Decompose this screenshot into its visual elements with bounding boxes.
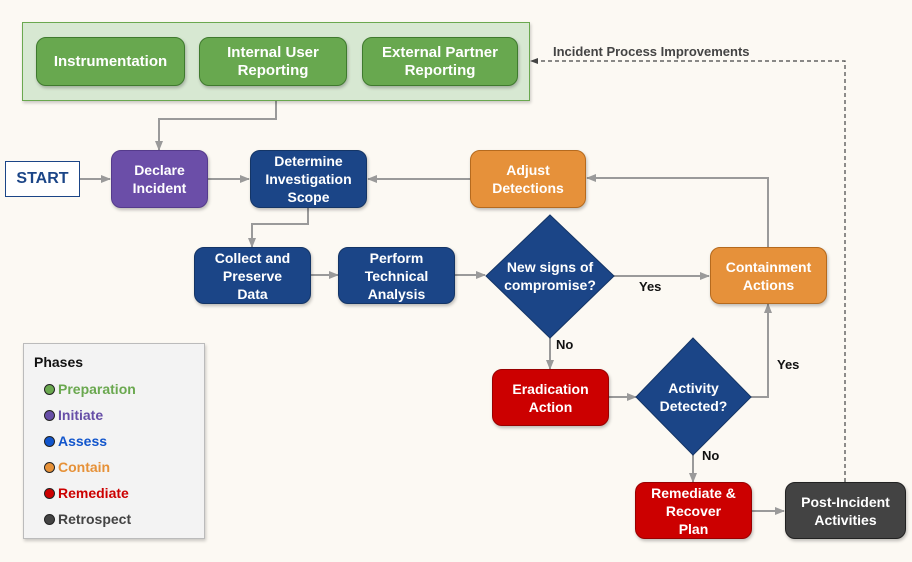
determine-scope-node[interactable]: Determine Investigation Scope xyxy=(250,150,367,208)
external-partner-reporting-node[interactable]: External Partner Reporting xyxy=(362,37,518,86)
legend-item-initiate: Initiate xyxy=(44,407,103,423)
legend-label: Assess xyxy=(58,433,108,449)
edge-prep-to-declare xyxy=(155,101,277,151)
edge-containment-to-adjust xyxy=(586,174,769,247)
edge-scope-to-collect xyxy=(248,207,309,248)
legend-label: Remediate xyxy=(58,485,129,501)
activity-no-label: No xyxy=(702,448,720,463)
containment-actions-node[interactable]: Containment Actions xyxy=(710,247,827,304)
legend-item-retrospect: Retrospect xyxy=(44,511,131,527)
technical-analysis-node[interactable]: Perform Technical Analysis xyxy=(338,247,455,304)
legend-item-assess: Assess xyxy=(44,433,107,449)
eradication-action-node[interactable]: Eradication Action xyxy=(492,369,609,426)
new-signs-no-label: No xyxy=(556,337,574,352)
assess-dot-icon xyxy=(44,435,55,447)
new-signs-decision-label[interactable]: New signs of compromise? xyxy=(486,246,614,306)
internal-user-reporting-node[interactable]: Internal User Reporting xyxy=(199,37,347,86)
legend-label: Retrospect xyxy=(58,511,132,527)
post-incident-node[interactable]: Post-Incident Activities xyxy=(785,482,906,539)
adjust-detections-node[interactable]: Adjust Detections xyxy=(470,150,586,208)
retrospect-dot-icon xyxy=(44,513,55,525)
edge-activity-yes xyxy=(751,303,772,398)
improvements-label: Incident Process Improvements xyxy=(553,44,750,59)
legend-label: Initiate xyxy=(58,407,104,423)
legend-label: Contain xyxy=(58,459,111,475)
legend-item-remediate: Remediate xyxy=(44,485,129,501)
contain-dot-icon xyxy=(44,461,55,473)
new-signs-yes-label: Yes xyxy=(639,279,662,294)
preparation-dot-icon xyxy=(44,383,55,395)
phases-legend: Phases Preparation Initiate Assess Conta… xyxy=(23,343,205,539)
declare-incident-node[interactable]: Declare Incident xyxy=(111,150,208,208)
legend-label: Preparation xyxy=(58,381,136,397)
initiate-dot-icon xyxy=(44,409,55,421)
remediate-recover-node[interactable]: Remediate & Recover Plan xyxy=(635,482,752,539)
start-node[interactable]: START xyxy=(5,161,80,197)
legend-title: Phases xyxy=(34,354,84,370)
legend-item-contain: Contain xyxy=(44,459,110,475)
activity-detected-decision-label[interactable]: Activity Detected? xyxy=(636,367,751,427)
remediate-dot-icon xyxy=(44,487,55,499)
legend-item-preparation: Preparation xyxy=(44,381,136,397)
instrumentation-node[interactable]: Instrumentation xyxy=(36,37,185,86)
activity-yes-label: Yes xyxy=(777,357,800,372)
collect-preserve-node[interactable]: Collect and Preserve Data xyxy=(194,247,311,304)
